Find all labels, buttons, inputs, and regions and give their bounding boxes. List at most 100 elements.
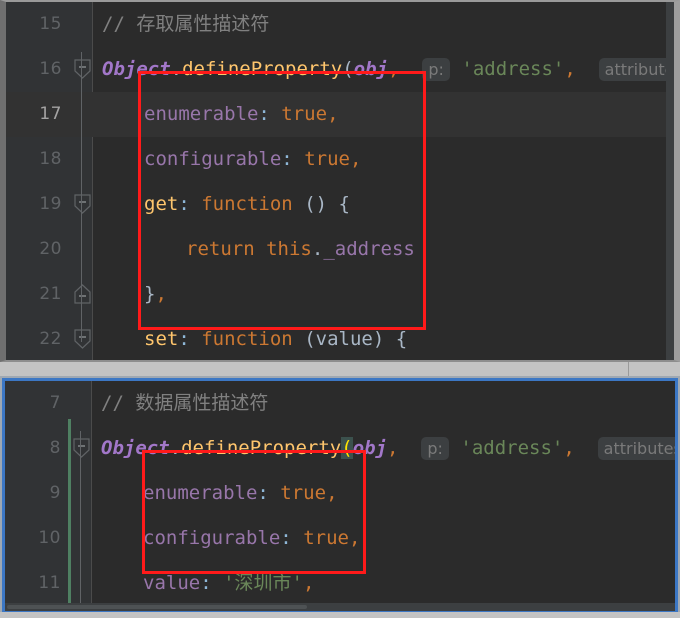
code-token: _address: [323, 238, 415, 260]
inline-parameter-hint[interactable]: attributes:: [597, 437, 675, 460]
fold-collapse-icon[interactable]: [74, 59, 91, 79]
code-token: .: [311, 238, 324, 260]
code-token: :: [200, 572, 212, 594]
code-line[interactable]: 18 configurable: true,: [6, 137, 674, 182]
code-token: function: [201, 193, 293, 215]
fold-spine: [81, 52, 82, 342]
code-token: enumerable: [144, 103, 259, 125]
line-number: 11: [38, 573, 61, 593]
code-line[interactable]: 22 set: function (value) {: [6, 317, 674, 360]
code-token: true: [303, 527, 349, 549]
code-token: ,: [387, 437, 399, 459]
code-token: //: [102, 13, 125, 35]
top-editor-pane[interactable]: 15// 存取属性描述符 16 Object.defineProperty(obj,…: [0, 0, 680, 362]
code-line[interactable]: 19 get: function () {: [6, 182, 674, 227]
code-line[interactable]: 9 enumerable: true,: [5, 471, 675, 516]
line-number: 19: [39, 194, 62, 214]
fold-collapse-icon[interactable]: [74, 194, 91, 214]
code-token: ,: [564, 58, 576, 80]
top-editor-scrollbar[interactable]: [666, 2, 674, 360]
code-line[interactable]: 21},: [6, 272, 674, 317]
code-token: true: [304, 148, 350, 170]
code-token: true: [281, 103, 328, 125]
code-token: :: [280, 527, 292, 549]
code-token: .: [169, 437, 182, 459]
fold-end-icon[interactable]: [74, 284, 91, 304]
code-token: (: [304, 328, 316, 350]
code-text[interactable]: value: '深圳市',: [143, 561, 314, 606]
inline-parameter-hint[interactable]: p:: [422, 58, 450, 81]
code-token: }: [144, 283, 156, 305]
code-line[interactable]: 17 enumerable: true,: [6, 92, 674, 137]
code-line[interactable]: 16 Object.defineProperty(obj, p: 'address…: [6, 47, 674, 92]
line-number: 10: [38, 528, 61, 548]
code-line[interactable]: 10 configurable: true,: [5, 516, 675, 561]
code-token: {: [395, 328, 408, 350]
line-number: 20: [39, 239, 62, 259]
code-token: ,: [326, 482, 338, 504]
hscrollbar-thumb[interactable]: [7, 605, 307, 609]
code-token: value: [143, 572, 201, 594]
code-text[interactable]: Object.defineProperty(obj, p: 'address',…: [102, 47, 674, 92]
fold-collapse-icon[interactable]: [74, 329, 91, 349]
code-token: {: [338, 193, 350, 215]
line-number: 9: [49, 483, 61, 503]
fold-spine: [80, 431, 81, 609]
code-text[interactable]: set: function (value) {: [144, 317, 408, 360]
code-token: function: [201, 328, 293, 350]
bottom-editor-surface[interactable]: 7 // 数据属性描述符 8 Object.defineProperty(obj, p…: [5, 381, 675, 611]
line-number: 16: [39, 59, 62, 79]
code-token: (): [304, 193, 328, 215]
code-token: ,: [327, 103, 339, 125]
code-token: configurable: [144, 148, 282, 170]
code-token: ,: [348, 527, 361, 549]
code-line[interactable]: 15 // 存取属性描述符: [6, 2, 674, 47]
code-line[interactable]: 20 return this._address: [6, 227, 674, 272]
code-text[interactable]: configurable: true,: [143, 516, 360, 561]
line-number: 8: [49, 438, 61, 458]
code-token: ,: [388, 58, 400, 80]
code-text[interactable]: configurable: true,: [144, 137, 361, 182]
pane-separator: [0, 362, 680, 378]
bottom-editor-pane[interactable]: 7 // 数据属性描述符 8 Object.defineProperty(obj, p…: [2, 378, 678, 614]
code-line[interactable]: 8 Object.defineProperty(obj, p: 'address'…: [5, 426, 675, 471]
code-text[interactable]: Object.defineProperty(obj, p: 'address',…: [101, 426, 675, 471]
code-token: obj: [353, 58, 389, 80]
code-token: 'address': [460, 437, 564, 459]
code-token: Object: [102, 58, 171, 80]
code-token: :: [281, 148, 293, 170]
top-editor-surface[interactable]: 15// 存取属性描述符 16 Object.defineProperty(obj,…: [6, 2, 674, 360]
code-text[interactable]: // 存取属性描述符: [102, 2, 269, 47]
code-text[interactable]: // 数据属性描述符: [101, 381, 268, 426]
line-number: 17: [39, 104, 62, 124]
inline-parameter-hint[interactable]: p:: [421, 437, 449, 460]
line-number: 21: [39, 284, 62, 304]
code-text[interactable]: enumerable: true,: [143, 471, 338, 516]
code-line[interactable]: 11 value: '深圳市',: [5, 561, 675, 606]
fold-collapse-icon[interactable]: [73, 438, 90, 458]
code-text[interactable]: enumerable: true,: [144, 92, 339, 137]
code-line[interactable]: 7 // 数据属性描述符: [5, 381, 675, 426]
code-text[interactable]: },: [144, 272, 167, 317]
code-text[interactable]: get: function () {: [144, 182, 350, 227]
bottom-editor-hscrollbar[interactable]: [5, 603, 675, 611]
code-text[interactable]: return this._address: [186, 227, 415, 272]
code-token: value: [315, 328, 373, 350]
code-token: true: [280, 482, 327, 504]
code-token: return: [186, 238, 255, 260]
code-token: ,: [303, 572, 315, 594]
